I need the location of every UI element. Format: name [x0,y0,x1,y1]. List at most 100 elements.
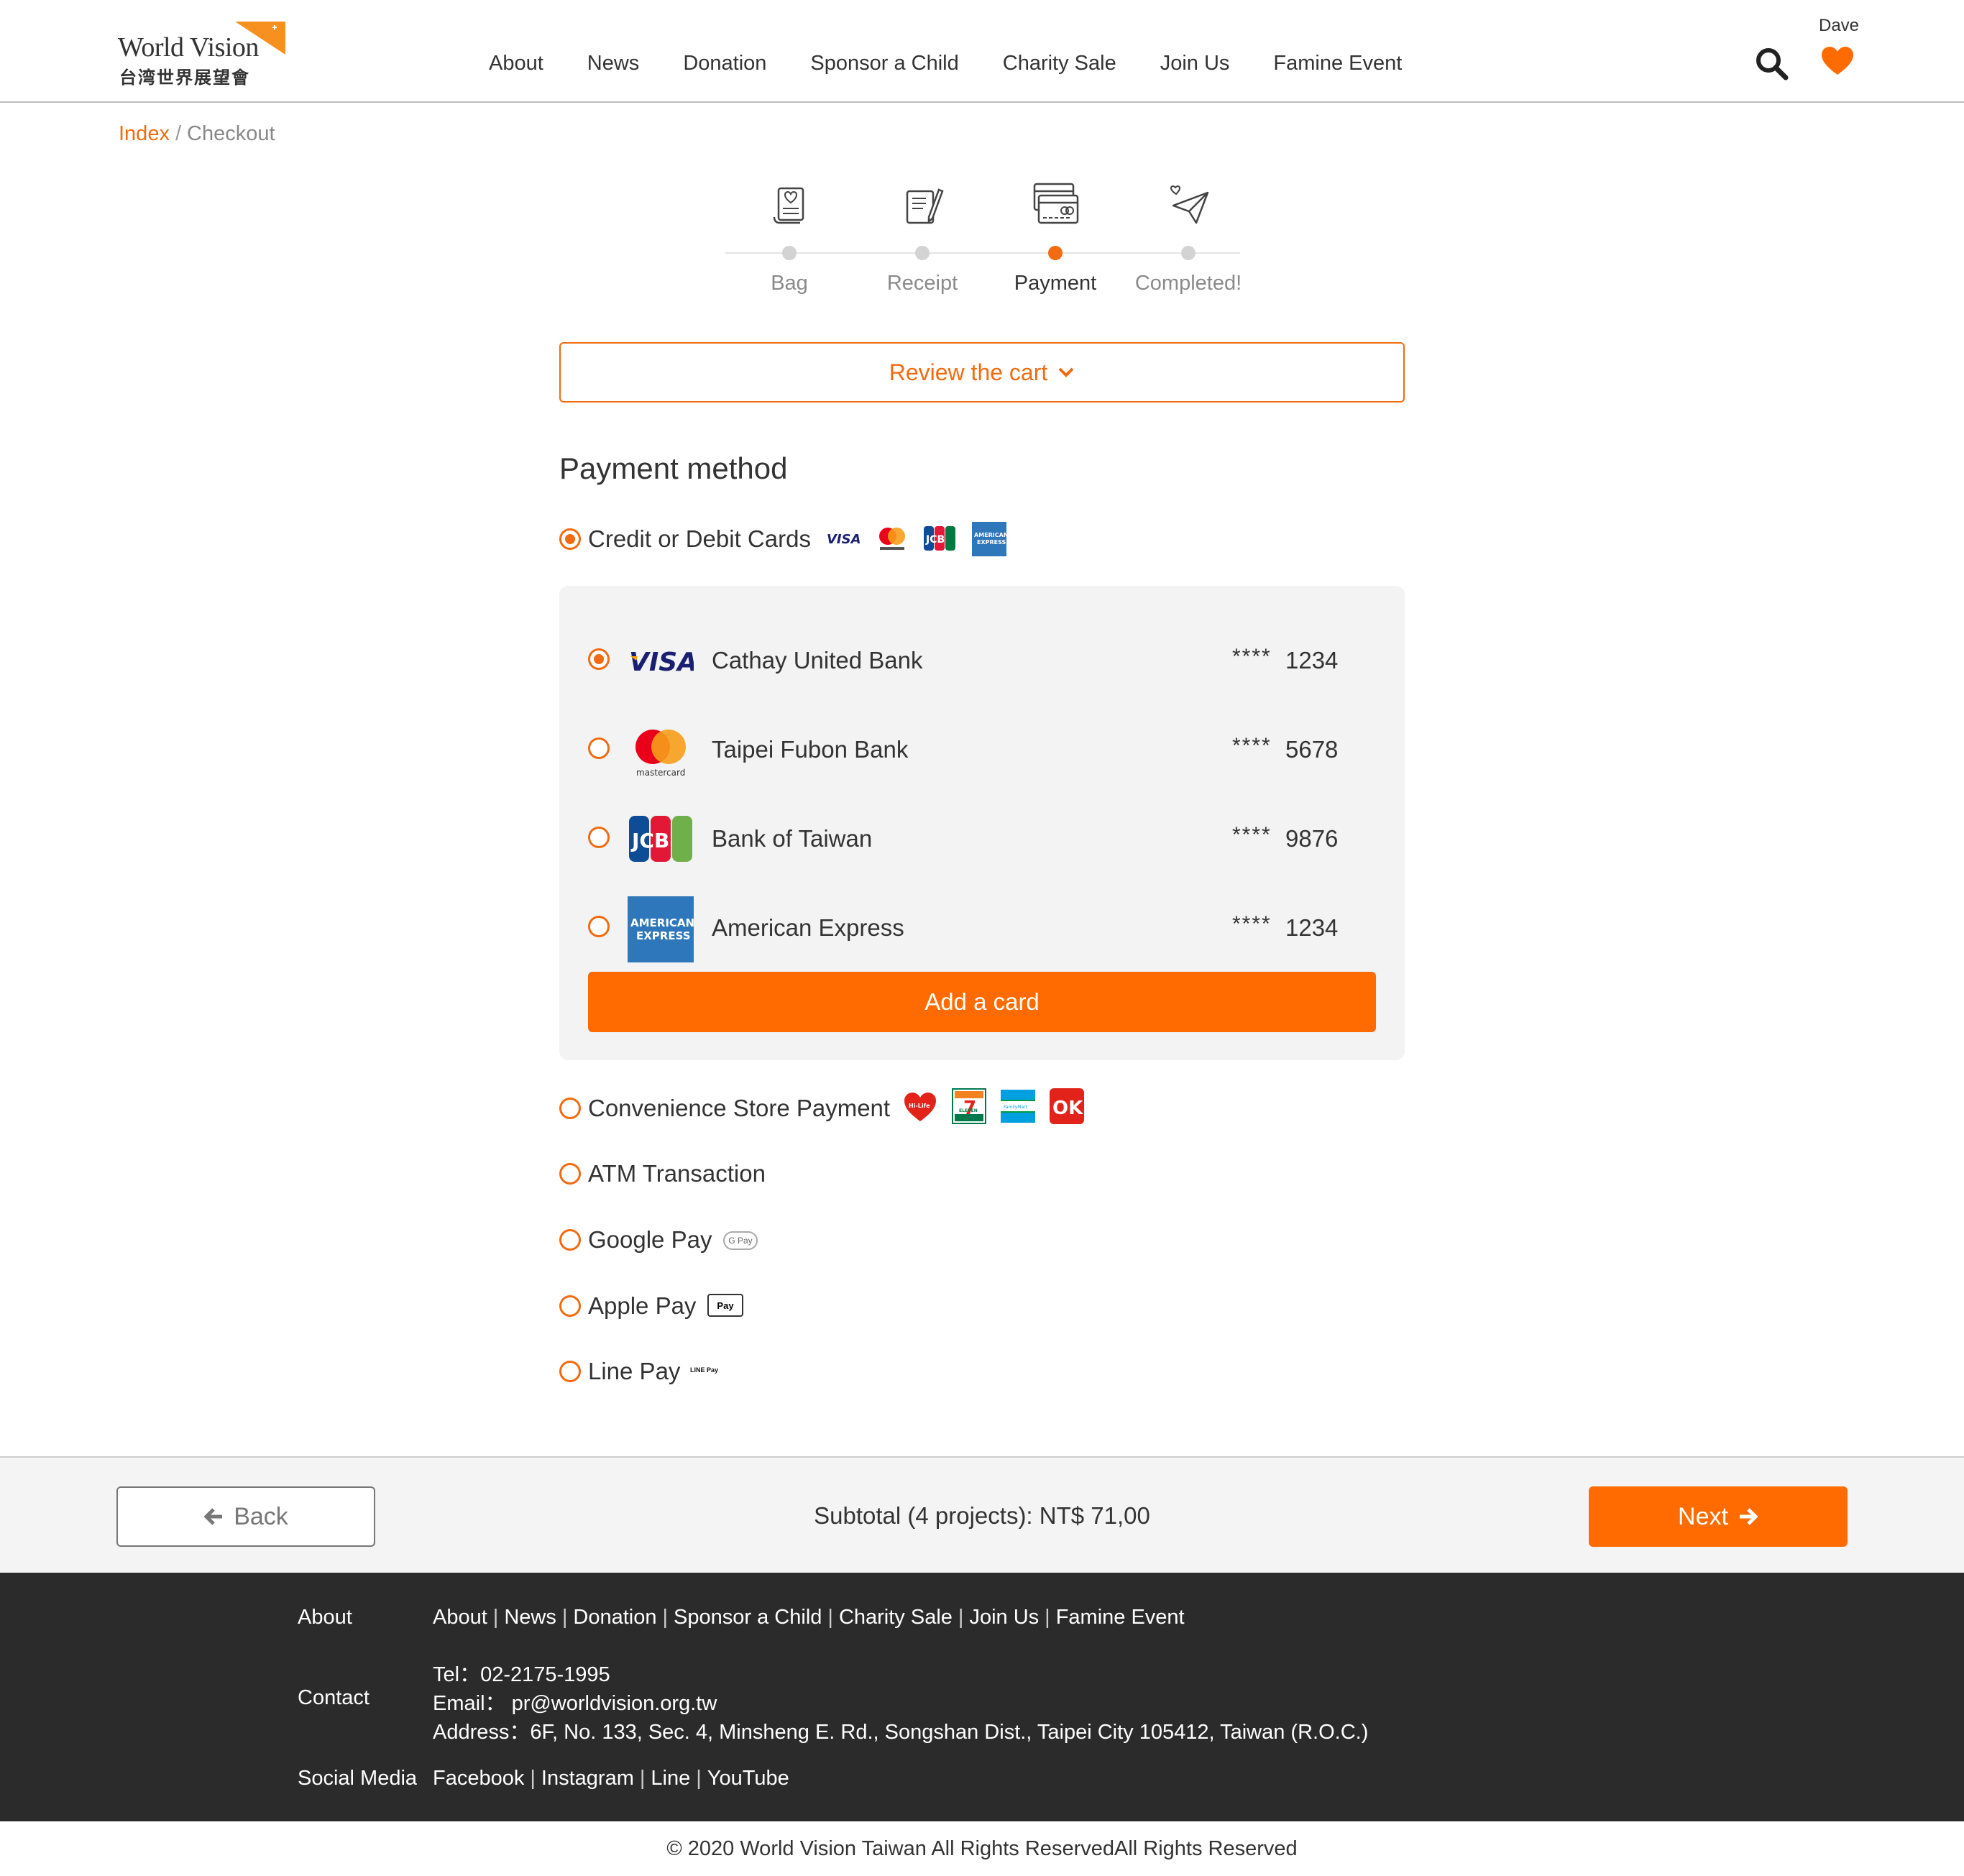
step-dot [915,246,930,260]
svg-text:VISA: VISA [827,532,860,547]
nav-join-us[interactable]: Join Us [1160,52,1230,75]
atm-radio[interactable] [559,1163,581,1185]
svg-text:AMERICAN: AMERICAN [974,532,1006,538]
jcb-small-icon: JCB [924,526,955,551]
mastercard-icon: mastercard [635,730,686,778]
breadcrumb-current: Checkout [187,122,275,145]
nav-news[interactable]: News [587,52,640,75]
footer-link-join-us[interactable]: Join Us [969,1606,1039,1629]
site-header: World Vision 台湾世界展望會 About News Donation… [0,0,1964,103]
card-mask: **** [1232,823,1272,847]
step-receipt: Receipt [858,180,987,302]
checkout-steps: Bag Receipt Payment Completed! [725,180,1242,302]
copyright: © 2020 World Vision Taiwan All Rights Re… [666,1837,1298,1860]
nav-sponsor-a-child[interactable]: Sponsor a Child [810,52,958,75]
world-vision-logo[interactable]: World Vision 台湾世界展望會 [118,19,298,88]
familymart-text: FamilyMart [1004,1105,1028,1110]
next-button[interactable]: Next [1589,1486,1848,1547]
google-pay-icon: G Pay [723,1231,758,1250]
next-label: Next [1678,1502,1728,1530]
svg-text:EXPRESS: EXPRESS [977,539,1006,546]
breadcrumb-index[interactable]: Index [119,122,170,145]
breadcrumb: Index / Checkout [119,122,275,146]
familymart-icon: FamilyMart [1001,1090,1035,1123]
ok-mart-icon: OK [1050,1088,1084,1124]
nav-famine-event[interactable]: Famine Event [1273,52,1402,75]
footer-about-label: About [298,1606,352,1629]
logo-text-zh: 台湾世界展望會 [119,67,250,88]
card-radio[interactable] [588,648,610,670]
card-bank-name: Bank of Taiwan [712,825,873,852]
breadcrumb-separator: / [175,122,182,145]
amex-icon: AMERICAN EXPRESS [628,896,694,962]
footer-link-line[interactable]: Line [651,1767,690,1790]
line-pay-label: Line Pay [588,1358,681,1384]
logo-mark-icon [235,22,285,55]
footer-link-news[interactable]: News [504,1606,556,1629]
card-last4: 1234 [1285,647,1339,673]
convenience-store-label: Convenience Store Payment [588,1095,891,1121]
card-last4: 5678 [1285,736,1339,763]
card-mask: **** [1232,734,1272,758]
footer-link-donation[interactable]: Donation [573,1606,656,1629]
arrow-right-icon [1739,1508,1758,1525]
payment-method-title: Payment method [559,451,788,485]
google-pay-label: Google Pay [588,1226,712,1253]
footer-link-facebook[interactable]: Facebook [433,1767,524,1790]
ok-text: OK [1052,1098,1083,1119]
heart-icon[interactable] [1821,46,1854,76]
step-label: Completed! [1134,272,1242,295]
saved-card-row[interactable]: JCB Bank of Taiwan **** 9876 [559,801,1405,873]
line-pay-radio[interactable] [559,1361,581,1382]
chevron-down-icon [1058,367,1074,377]
saved-card-row[interactable]: AMERICAN EXPRESS American Express **** 1… [559,891,1405,962]
credit-card-label: Credit or Debit Cards [588,525,811,552]
footer-link-youtube[interactable]: YouTube [707,1767,789,1790]
card-bank-name: Cathay United Bank [712,647,923,673]
amex-small-icon: AMERICAN EXPRESS [972,522,1006,556]
apple-pay-radio[interactable] [559,1295,581,1317]
footer-link-sponsor[interactable]: Sponsor a Child [674,1606,822,1629]
svg-text:mastercard: mastercard [636,768,685,778]
footer-social-links: Facebook | Instagram | Line | YouTube [433,1767,789,1790]
saved-card-row[interactable]: mastercard Taipei Fubon Bank **** 5678 [559,712,1405,784]
card-bank-name: Taipei Fubon Bank [712,736,909,763]
card-mask: **** [1232,645,1272,668]
google-pay-radio[interactable] [559,1229,581,1251]
footer-email[interactable]: Email： pr@worldvision.org.tw [433,1686,717,1716]
step-dot [782,246,797,260]
footer-contact-label: Contact [298,1686,370,1709]
step-completed: Completed! [1124,180,1253,302]
card-radio[interactable] [588,916,610,937]
footer-link-instagram[interactable]: Instagram [541,1767,634,1790]
saved-card-row[interactable]: VISA Cathay United Bank **** 1234 [559,623,1405,695]
bag-receipt-icon [773,187,804,224]
footer-link-about[interactable]: About [433,1606,487,1629]
svg-text:AMERICAN: AMERICAN [630,916,694,929]
review-cart-button[interactable]: Review the cart [559,342,1405,403]
footer-link-charity-sale[interactable]: Charity Sale [839,1606,953,1629]
svg-text:EXPRESS: EXPRESS [636,929,691,942]
step-payment: Payment [991,180,1120,302]
step-label: Receipt [886,272,958,295]
search-icon[interactable] [1754,46,1789,81]
receipt-pen-icon [906,188,944,224]
nav-donation[interactable]: Donation [683,52,766,75]
saved-cards-panel: VISA Cathay United Bank **** 1234 master… [559,586,1405,1060]
line-pay-icon: LINE Pay [690,1366,719,1374]
add-card-button[interactable]: Add a card [588,972,1376,1032]
nav-about[interactable]: About [489,52,543,75]
hilife-text: Hi-Life [909,1103,930,1109]
card-radio[interactable] [588,827,610,848]
footer-about-links: About | News | Donation | Sponsor a Child | … [433,1606,1185,1629]
card-radio[interactable] [588,737,610,759]
eleven-text: ELEVEN [959,1108,978,1113]
convenience-store-radio[interactable] [559,1098,581,1119]
step-dot [1181,246,1196,260]
nav-charity-sale[interactable]: Charity Sale [1003,52,1116,75]
credit-card-radio[interactable] [559,528,581,550]
user-name[interactable]: Dave [1819,16,1859,36]
svg-text:JCB: JCB [630,829,669,852]
footer-link-famine-event[interactable]: Famine Event [1056,1606,1185,1629]
step-label: Payment [1014,272,1097,295]
